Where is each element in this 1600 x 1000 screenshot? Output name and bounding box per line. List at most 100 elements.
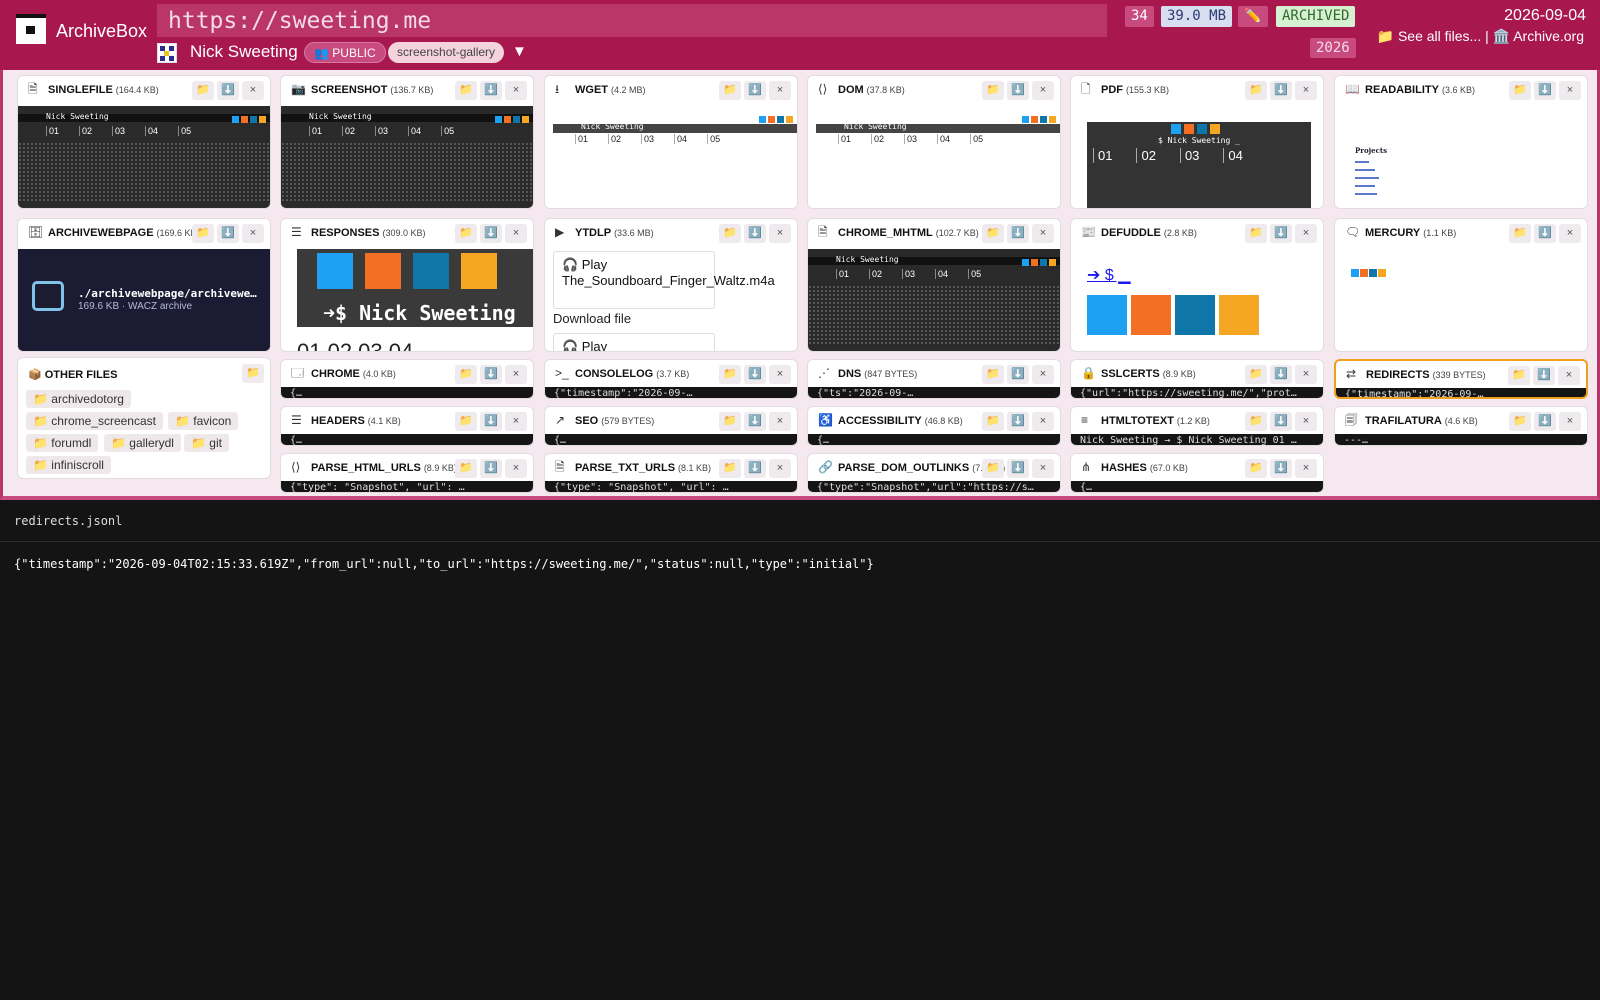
close-button[interactable]: × [1559,412,1581,431]
result-card-sslcerts[interactable]: 🔒 SSLCERTS (8.9 KB) 📁 ⬇️ × {"url":"https://swe… [1070,359,1324,399]
twitter-icon[interactable] [1171,124,1181,134]
close-button[interactable]: × [1295,81,1317,100]
close-button[interactable]: × [769,81,791,100]
card-content-preview[interactable]: {"type": "Snapshot", "url": … [545,481,797,492]
card-title-singlefile[interactable]: SINGLEFILE (164.4 KB) [48,84,159,96]
result-card-parse_txt_urls[interactable]: 🗎 PARSE_TXT_URLS (8.1 KB) 📁 ⬇️ × {"type": "Sna… [544,453,798,493]
result-card-hashes[interactable]: ⋔ HASHES (67.0 KB) 📁 ⬇️ × {… [1070,453,1324,493]
site-preview[interactable]: Nick Sweeting 01 02 03 04 05 [545,106,797,208]
close-button[interactable]: × [1295,412,1317,431]
archive-org-link[interactable]: 🏛️ Archive.org [1493,28,1584,44]
open-folder-button[interactable]: 📁 [1508,366,1530,385]
result-card-archivewebpage[interactable]: 🗄 ARCHIVEWEBPAGE (169.6 KB) 📁 ⬇️ × ./archivewe… [17,218,271,352]
card-content-preview[interactable]: {"type": "Snapshot", "url": … [281,481,533,492]
linkedin-icon[interactable] [1040,116,1047,123]
card-preview[interactable]: ./archivewebpage/archivewe… 169.6 KB · WA… [18,249,270,351]
twitter-icon[interactable] [232,116,239,123]
twitter-icon[interactable] [1022,116,1029,123]
readability-link[interactable] [1355,177,1379,179]
see-all-files-link[interactable]: 📁 See all files... [1377,28,1482,44]
result-card-pdf[interactable]: 🗋 PDF (155.3 KB) 📁 ⬇️ × $ Nick Sweeting _ 01 02 0… [1070,75,1324,209]
result-card-responses[interactable]: ☰ RESPONSES (309.0 KB) 📁 ⬇️ × ➜$ Nick Sweeting… [280,218,534,352]
card-title-readability[interactable]: READABILITY (3.6 KB) [1365,84,1475,96]
open-folder-button[interactable]: 📁 [455,224,477,243]
soundcloud-icon[interactable] [1031,116,1038,123]
linkedin-icon[interactable] [513,116,520,123]
github-icon[interactable] [1049,259,1056,266]
open-folder-button[interactable]: 📁 [719,459,741,478]
result-card-dns[interactable]: ⋰ DNS (847 BYTES) 📁 ⬇️ × {"ts":"2026-09-… [807,359,1061,399]
card-title-seo[interactable]: SEO (579 BYTES) [575,415,654,427]
open-folder-button[interactable]: 📁 [192,224,214,243]
audio-player[interactable]: 🎧 Play The_Soundboard_Finger_Waltz.m4a [553,251,775,309]
card-title-responses[interactable]: RESPONSES (309.0 KB) [311,227,426,239]
card-title-redirects[interactable]: REDIRECTS (339 BYTES) [1366,369,1486,381]
card-title-parse_html_urls[interactable]: PARSE_HTML_URLS (8.9 KB) [311,462,457,474]
card-content-preview[interactable]: Nick Sweeting → $ Nick Sweeting 01 … [1071,434,1323,445]
download-button[interactable]: ⬇️ [1007,224,1029,243]
readability-link[interactable] [1355,169,1375,171]
download-button[interactable]: ⬇️ [1007,459,1029,478]
download-button[interactable]: ⬇️ [1270,224,1292,243]
github-icon[interactable] [1378,269,1386,277]
card-title-sslcerts[interactable]: SSLCERTS (8.9 KB) [1101,368,1196,380]
card-content-preview[interactable]: {… [1071,481,1323,492]
download-button[interactable]: ⬇️ [1533,366,1555,385]
result-card-parse_dom_outlinks[interactable]: 🔗 PARSE_DOM_OUTLINKS(7.4 KB)📁⬇️× {"type":"… [807,453,1061,493]
download-button[interactable]: ⬇️ [1270,459,1292,478]
github-icon[interactable] [1210,124,1220,134]
github-icon[interactable] [786,116,793,123]
soundcloud-icon[interactable] [1131,295,1171,335]
close-button[interactable]: × [505,412,527,431]
visibility-badge[interactable]: 👥 PUBLIC [304,42,386,63]
open-folder-button[interactable]: 📁 [719,81,741,100]
folder-item[interactable]: 📁 favicon [168,412,239,430]
open-folder-button[interactable]: 📁 [982,224,1004,243]
twitter-icon[interactable] [1087,295,1127,335]
linkedin-icon[interactable] [1040,259,1047,266]
open-folder-button[interactable]: 📁 [719,412,741,431]
folder-item[interactable]: 📁 git [184,434,229,452]
close-button[interactable]: × [1032,224,1054,243]
github-icon[interactable] [1219,295,1259,335]
card-title-defuddle[interactable]: DEFUDDLE (2.8 KB) [1101,227,1197,239]
result-card-htmltotext[interactable]: ≡ HTMLTOTEXT (1.2 KB) 📁 ⬇️ × Nick Sweeting → $… [1070,406,1324,446]
defuddle-prompt[interactable]: ➔ $ ▁ [1087,265,1131,285]
open-folder-button[interactable]: 📁 [1245,459,1267,478]
close-button[interactable]: × [242,81,264,100]
folder-item[interactable]: 📁 infiniscroll [26,456,111,474]
card-preview[interactable]: $ Nick Sweeting _ 01 02 03 04 [1071,106,1323,208]
card-title-dns[interactable]: DNS (847 BYTES) [838,368,917,380]
twitter-icon[interactable] [759,116,766,123]
readability-link[interactable] [1355,185,1375,187]
download-button[interactable]: ⬇️ [1534,412,1556,431]
close-button[interactable]: × [1558,366,1580,385]
github-icon[interactable] [1049,116,1056,123]
soundcloud-icon[interactable] [241,116,248,123]
tag-dropdown-icon[interactable]: ▼ [512,43,527,60]
result-card-redirects[interactable]: ⇄ REDIRECTS (339 BYTES) 📁 ⬇️ × {"timestamp":"2… [1334,359,1588,399]
download-button[interactable]: ⬇️ [217,224,239,243]
twitter-icon[interactable] [317,253,353,289]
folder-item[interactable]: 📁 chrome_screencast [26,412,163,430]
card-title-archivewebpage[interactable]: ARCHIVEWEBPAGE (169.6 KB) [48,227,200,239]
responses-preview[interactable]: ➜$ Nick Sweeting [297,249,533,327]
soundcloud-icon[interactable] [1031,259,1038,266]
close-button[interactable]: × [1032,365,1054,384]
open-folder-button[interactable]: 📁 [455,459,477,478]
download-button[interactable]: ⬇️ [1007,81,1029,100]
card-preview[interactable]: Projects [1335,106,1587,208]
download-button[interactable]: ⬇️ [744,224,766,243]
card-title-parse_txt_urls[interactable]: PARSE_TXT_URLS (8.1 KB) [575,462,711,474]
close-button[interactable]: × [505,459,527,478]
linkedin-icon[interactable] [777,116,784,123]
card-title-screenshot[interactable]: SCREENSHOT (136.7 KB) [311,84,433,96]
card-content-preview[interactable]: {"timestamp":"2026-09-… [1336,388,1586,397]
download-button[interactable]: ⬇️ [1534,81,1556,100]
close-button[interactable]: × [769,412,791,431]
open-folder-button[interactable]: 📁 [1509,224,1531,243]
card-title-mercury[interactable]: MERCURY (1.1 KB) [1365,227,1456,239]
soundcloud-icon[interactable] [365,253,401,289]
site-preview[interactable]: Nick Sweeting 01 02 03 04 05 [808,106,1060,208]
open-folder-button[interactable]: 📁 [242,364,264,383]
